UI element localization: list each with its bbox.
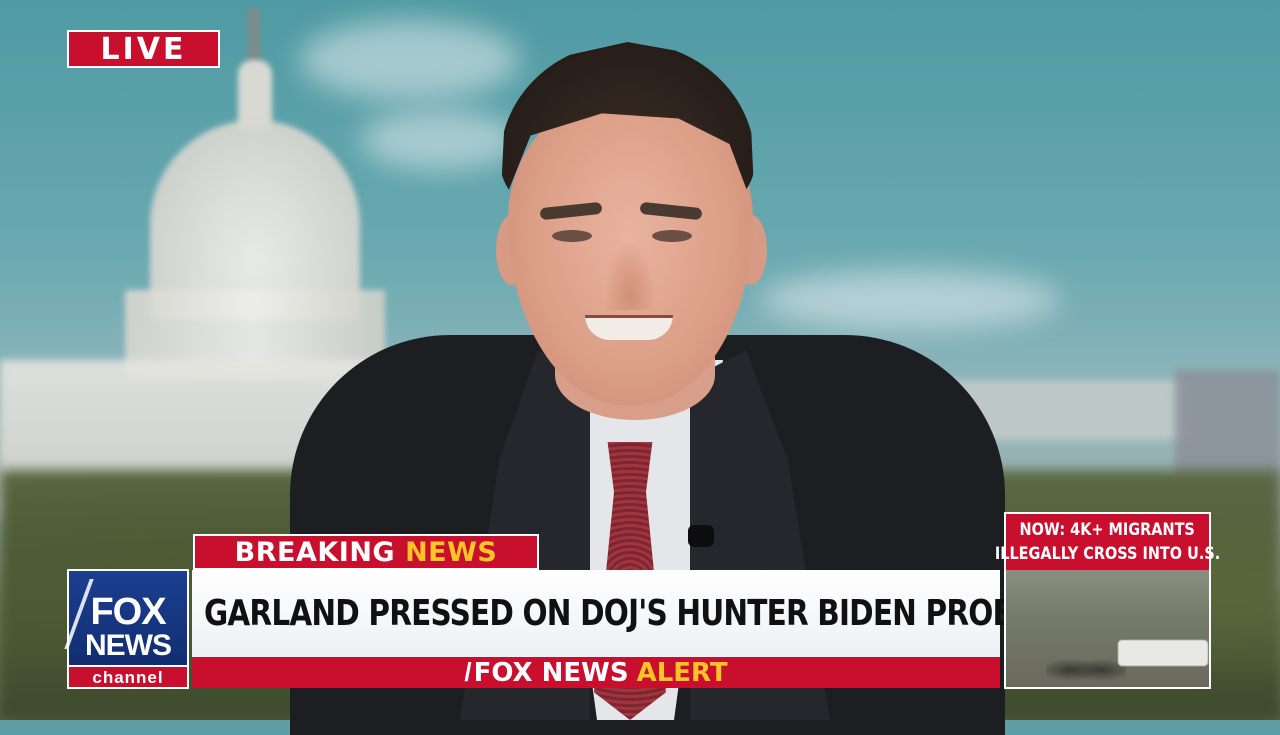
side-panel-line2: ILLEGALLY CROSS INTO U.S. xyxy=(994,544,1221,564)
live-badge: LIVE xyxy=(67,30,220,68)
live-label: LIVE xyxy=(100,31,187,67)
lapel-mic-icon xyxy=(688,525,714,547)
logo-fox-text: FOX xyxy=(90,591,166,633)
side-panel-header: NOW: 4K+ MIGRANTS ILLEGALLY CROSS INTO U… xyxy=(995,514,1220,570)
side-panel-line1: NOW: 4K+ MIGRANTS xyxy=(1019,520,1196,540)
headline-bar: GARLAND PRESSED ON DOJ'S HUNTER BIDEN PR… xyxy=(192,570,1034,656)
alert-word: ALERT xyxy=(636,657,728,688)
breaking-news-tag: BREAKING NEWS xyxy=(193,534,539,570)
side-panel-video xyxy=(1006,570,1209,690)
nose xyxy=(604,240,656,310)
alert-swoosh-icon: / xyxy=(464,657,472,687)
eye-left xyxy=(552,230,592,242)
breaking-word: BREAKING xyxy=(234,536,396,568)
eye-right xyxy=(652,230,692,242)
headline-text: GARLAND PRESSED ON DOJ'S HUNTER BIDEN PR… xyxy=(204,592,1034,634)
logo-channel-text: channel xyxy=(69,665,187,687)
mouth xyxy=(585,315,673,340)
logo-news-text: NEWS xyxy=(85,629,172,662)
fox-news-channel-logo: FOX NEWS channel xyxy=(64,569,189,689)
side-panel: NOW: 4K+ MIGRANTS ILLEGALLY CROSS INTO U… xyxy=(995,512,1220,690)
pickup-truck xyxy=(1118,640,1208,666)
news-word: NEWS xyxy=(405,536,498,568)
fox-news-alert-bar: / FOX NEWS ALERT xyxy=(192,656,1000,688)
migrant-figures xyxy=(1046,650,1126,690)
alert-fox-news: FOX NEWS xyxy=(473,657,629,688)
